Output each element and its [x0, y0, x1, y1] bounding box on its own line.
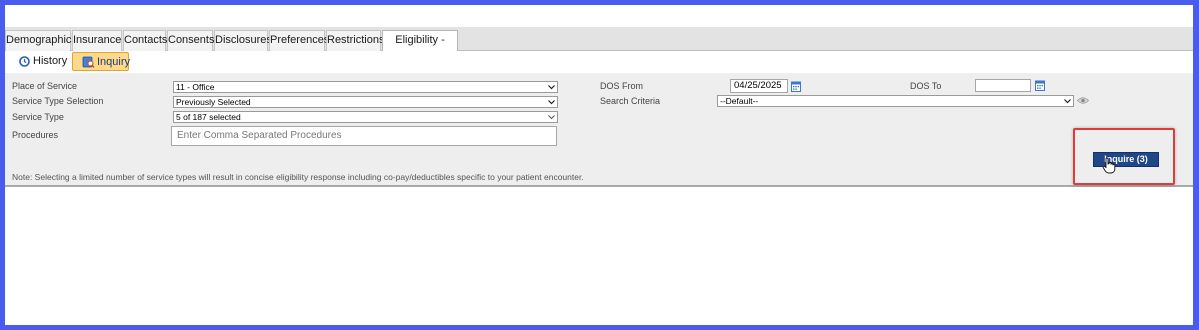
calendar-icon[interactable] — [1035, 80, 1045, 91]
tab-insurance[interactable]: Insurance — [72, 30, 122, 51]
search-criteria-value: --Default-- — [720, 96, 759, 106]
search-criteria-label: Search Criteria — [600, 96, 661, 106]
procedures-label: Procedures — [12, 130, 59, 140]
inquiry-label: Inquiry — [97, 56, 131, 68]
eye-icon[interactable] — [1077, 96, 1089, 105]
dos-to-label: DOS To — [910, 81, 942, 91]
place-of-service-select[interactable]: 11 - Office — [173, 81, 558, 93]
service-type-value: 5 of 187 selected — [176, 112, 241, 122]
inquiry-icon — [82, 56, 95, 68]
tab-eligibility-aarp[interactable]: Eligibility - AARP — [382, 30, 458, 65]
dos-to-input[interactable] — [975, 79, 1031, 92]
tab-consents[interactable]: Consents — [167, 30, 214, 51]
history-subtab[interactable]: History — [17, 52, 67, 71]
hand-cursor-icon — [1102, 157, 1116, 174]
dos-from-value: 04/25/2025 — [734, 80, 782, 91]
top-bar — [5, 5, 1193, 27]
calendar-icon[interactable] — [791, 81, 801, 92]
search-criteria-select[interactable]: --Default-- — [717, 95, 1074, 107]
service-type-selection-label: Service Type Selection — [12, 96, 104, 106]
place-of-service-label: Place of Service — [12, 81, 78, 91]
history-label: History — [33, 55, 68, 67]
inquiry-subtab[interactable]: Inquiry — [72, 52, 131, 71]
tab-preferences[interactable]: Preferences — [269, 30, 329, 51]
service-type-selection-select[interactable]: Previously Selected — [173, 96, 558, 108]
clock-icon — [19, 56, 30, 67]
chevron-down-icon — [1064, 99, 1071, 104]
dos-from-input[interactable]: 04/25/2025 — [730, 79, 788, 93]
sub-tab-bar: History Inquiry — [5, 51, 1193, 73]
chevron-down-icon — [548, 100, 555, 105]
service-type-select[interactable]: 5 of 187 selected — [173, 111, 558, 123]
app-window: Demographics Insurance Contacts Consents… — [5, 5, 1193, 325]
tab-contacts[interactable]: Contacts — [123, 30, 167, 51]
tab-demographics[interactable]: Demographics — [5, 30, 77, 51]
chevron-down-icon — [548, 115, 555, 120]
place-of-service-value: 11 - Office — [176, 82, 215, 92]
procedures-input[interactable]: Enter Comma Separated Procedures — [171, 126, 557, 146]
service-type-note: Note: Selecting a limited number of serv… — [12, 172, 584, 182]
procedures-placeholder: Enter Comma Separated Procedures — [177, 130, 342, 141]
service-type-selection-value: Previously Selected — [176, 97, 251, 107]
dos-from-label: DOS From — [600, 81, 644, 91]
tab-restrictions[interactable]: Restrictions — [326, 30, 384, 51]
chevron-down-icon — [548, 85, 555, 90]
tab-disclosures[interactable]: Disclosures — [214, 30, 272, 51]
service-type-label: Service Type — [12, 112, 64, 122]
tab-strip: Demographics Insurance Contacts Consents… — [5, 27, 1193, 65]
